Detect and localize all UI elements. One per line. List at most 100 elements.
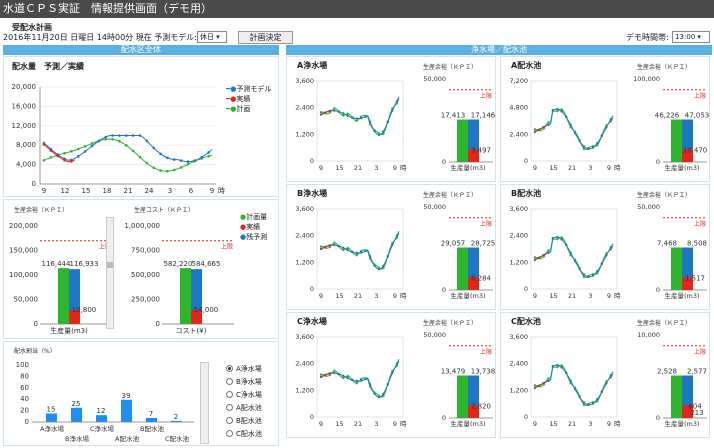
y-tick: 3,600 <box>509 205 528 213</box>
decide-button[interactable]: 計画決定 <box>238 31 293 44</box>
ratio-value: 15 <box>47 405 56 413</box>
y-tick: 0 <box>524 157 528 165</box>
ratio-bar <box>146 418 157 422</box>
kpi-value: 582,220 <box>164 260 193 268</box>
radio-5[interactable]: C配水池 <box>226 429 262 439</box>
kpi-tick: 0 <box>156 320 160 328</box>
kpi-value: 213 <box>690 409 703 417</box>
kpi-tick: 100,000 <box>633 75 660 83</box>
kpi-value: 47,053 <box>685 112 710 120</box>
ratio-tick: 20 <box>20 407 29 415</box>
y-tick: 3,600 <box>295 333 314 341</box>
y-tick: 2,400 <box>295 104 314 112</box>
demo-time-select[interactable]: 13:00 ▾ <box>672 31 710 43</box>
x-tick: 3 <box>588 292 592 300</box>
x-tick: 15 <box>335 292 343 300</box>
radio-4[interactable]: B配水池 <box>226 416 262 426</box>
y-tick: 1,200 <box>509 386 528 394</box>
x-tick: 12 <box>61 187 70 195</box>
ratio-value: 25 <box>72 400 81 408</box>
kpi-value: 116,933 <box>70 260 99 268</box>
y-tick: 0 <box>32 180 36 188</box>
ratio-scrollbar[interactable] <box>200 362 209 444</box>
kpi-value: 584,665 <box>192 260 221 268</box>
x-tick: 3 <box>588 420 592 428</box>
kpi-value: 116,444 <box>42 260 71 268</box>
kpi-value: 1,517 <box>685 274 705 282</box>
ratio-label: B浄水場 <box>65 434 89 443</box>
x-tick: 21 <box>568 420 576 428</box>
kpi-tick: 100,000 <box>9 271 38 279</box>
x-tick: 9 <box>533 420 537 428</box>
y-tick: 4,800 <box>509 104 528 112</box>
kpi-tick: 150,000 <box>9 247 38 255</box>
kpi-tick: 0 <box>442 158 446 166</box>
demo-time-label: デモ時間帯: <box>626 33 669 42</box>
kpi-value: 2,577 <box>687 368 707 376</box>
y-tick: 7,200 <box>509 77 528 85</box>
x-tick: 3 <box>374 164 378 172</box>
kpi-value: 3,497 <box>471 146 491 154</box>
svg-text:時: 時 <box>400 292 407 300</box>
kpi-scrollbar[interactable] <box>106 217 114 329</box>
y-tick: 3,600 <box>295 77 314 85</box>
x-tick: 15 <box>549 164 557 172</box>
kpi-tick: 0 <box>656 414 660 422</box>
kpi-tick: 10,000 <box>637 331 660 339</box>
upper-label: 上限 <box>694 220 706 228</box>
x-tick: 21 <box>354 292 362 300</box>
kpi-legend: ●計画量 ●実績 ●残予測 <box>240 212 267 242</box>
bar-plan <box>58 268 69 324</box>
x-tick: 3 <box>374 420 378 428</box>
legend-item: ━●実績 <box>226 95 251 103</box>
bar-plan <box>457 119 468 162</box>
kpi-tick: 50,000 <box>14 296 39 304</box>
radio-1[interactable]: B浄水場 <box>226 377 262 387</box>
radio-3[interactable]: A配水池 <box>226 403 262 413</box>
y-tick: 3,600 <box>509 333 528 341</box>
y-tick: 1,200 <box>295 130 314 138</box>
kpi-tick: 0 <box>442 414 446 422</box>
y-tick: 0 <box>524 285 528 293</box>
kpi-value: 17,413 <box>441 112 466 120</box>
y-tick: 8,000 <box>16 141 36 149</box>
x-tick: 15 <box>549 420 557 428</box>
x-tick: 9 <box>393 292 397 300</box>
kpi-tick: 50,000 <box>423 331 446 339</box>
kpi-axis: 生産量(m3) <box>50 326 88 335</box>
x-tick: 24 <box>145 187 154 195</box>
facility-chart: 3,6002,4001,20009 15 21 3 9 時上限50,00007,468 8,… <box>509 203 707 300</box>
ratio-label: A配水池 <box>115 434 139 443</box>
radio-2[interactable]: C浄水場 <box>226 390 262 400</box>
facility-panel-5: C配水池 生産余裕（ＫＰＩ） 3,600 2,400 1,200 0 9 15 21 3 9 時上限 1… <box>500 312 710 438</box>
y-tick: 2,400 <box>509 232 528 240</box>
ratio-bar <box>46 413 57 422</box>
x-tick: 3 <box>588 164 592 172</box>
kpi-value: 10,800 <box>72 306 97 314</box>
kpi-value: 54,000 <box>194 306 219 314</box>
ratio-value: 39 <box>122 392 131 400</box>
scroll-thumb[interactable] <box>107 262 113 268</box>
radio-0[interactable]: A浄水場 <box>226 364 262 374</box>
model-select[interactable]: 休日 ▾ <box>197 31 227 43</box>
x-tick: 9 <box>533 292 537 300</box>
kpi-value: 7,468 <box>657 240 677 248</box>
x-tick: 18 <box>103 187 112 195</box>
kpi-charts: 200,000 150,000 100,000 50,000 0 上限 116,444 116… <box>9 222 234 335</box>
kpi-axis: 生産量(m3) <box>450 163 485 172</box>
ratio-label: C配水池 <box>165 434 190 443</box>
kpi-value: 17,146 <box>471 112 496 120</box>
ratio-tick: 80 <box>20 372 29 380</box>
y-tick: 0 <box>310 413 314 421</box>
x-tick: 9 <box>319 164 323 172</box>
x-tick: 9 <box>607 292 611 300</box>
x-tick: 15 <box>549 292 557 300</box>
y-tick: 20,000 <box>12 83 37 91</box>
y-tick: 2,400 <box>295 360 314 368</box>
svg-text:時: 時 <box>614 164 621 172</box>
legend-item: ●計画量 <box>240 213 268 221</box>
kpi-value: 13,479 <box>441 368 466 376</box>
y-tick: 2,400 <box>509 360 528 368</box>
x-tick: 21 <box>568 292 576 300</box>
facility-panel-2: B浄水場 生産余裕（ＫＰＩ） 3,600 2,400 1,200 0 9 15 21 3 9 時上限 5… <box>286 184 496 310</box>
